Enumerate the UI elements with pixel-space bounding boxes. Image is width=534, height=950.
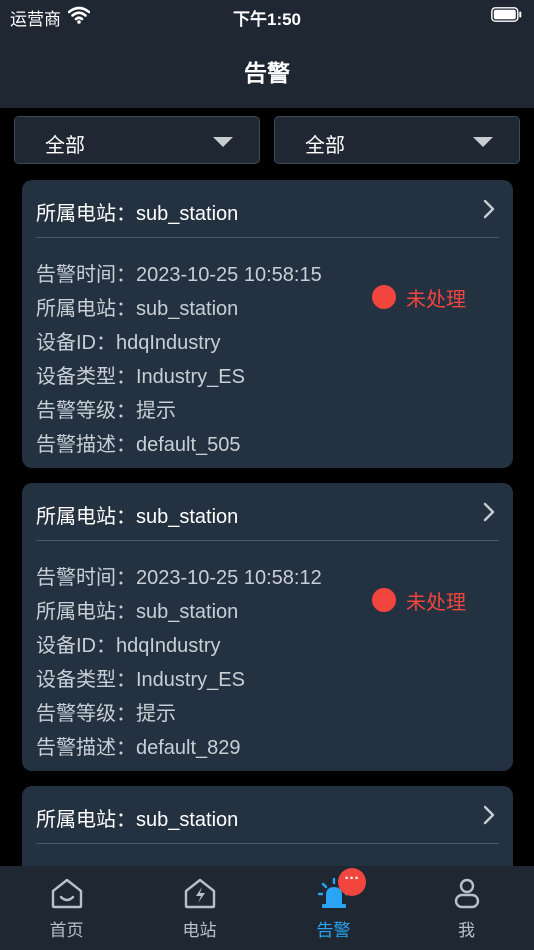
card-title: 所属电站：sub_station [36, 809, 239, 831]
chevron-right-icon [483, 502, 495, 522]
alarm-device-id: 设备ID：hdqIndustry [36, 635, 221, 657]
card-header[interactable]: 所属电站：sub_station [36, 786, 499, 844]
caret-down-icon [213, 137, 233, 147]
alarm-description: 告警描述：default_829 [36, 737, 241, 759]
battery-icon [491, 7, 522, 22]
filter-dropdown-left[interactable]: 全部 [14, 116, 260, 164]
status-text: 未处理 [406, 289, 466, 311]
card-header[interactable]: 所属电站：sub_station [36, 483, 499, 541]
filter-label: 全部 [45, 135, 85, 157]
alarm-time: 告警时间：2023-10-25 10:58:15 [36, 264, 322, 286]
page-title: 告警 [244, 60, 290, 86]
filter-dropdown-right[interactable]: 全部 [274, 116, 520, 164]
tab-label: 电站 [182, 921, 217, 940]
tab-alarm[interactable]: 告警 [267, 866, 400, 950]
chevron-right-icon [483, 199, 495, 219]
nav-bar: 告警 [0, 32, 534, 108]
clock: 下午1:50 [232, 10, 302, 29]
tab-label: 告警 [316, 921, 351, 940]
alarm-card[interactable]: 所属电站：sub_station 告警时间：2023-10-25 10:58:1… [22, 483, 513, 771]
caret-down-icon [473, 137, 493, 147]
status-dot-icon [372, 588, 396, 612]
card-title: 所属电站：sub_station [36, 203, 239, 225]
alarm-card[interactable]: 所属电站：sub_station 告警时间：2023-10-25 10:58:1… [22, 180, 513, 468]
home-icon [51, 878, 82, 909]
card-title: 所属电站：sub_station [36, 506, 239, 528]
status-dot-icon [372, 285, 396, 309]
alarm-level: 告警等级：提示 [36, 400, 176, 422]
tab-bar: 首页 电站 告警 我 [0, 866, 534, 950]
tab-home[interactable]: 首页 [0, 866, 133, 950]
alarm-level: 告警等级：提示 [36, 703, 176, 725]
chevron-right-icon [483, 805, 495, 825]
alarm-device-id: 设备ID：hdqIndustry [36, 332, 221, 354]
alarm-device-type: 设备类型：Industry_ES [36, 669, 245, 691]
user-icon [454, 878, 479, 909]
filter-label: 全部 [305, 135, 345, 157]
alarm-device-type: 设备类型：Industry_ES [36, 366, 245, 388]
alarm-station: 所属电站：sub_station [36, 298, 239, 320]
alarm-description: 告警描述：default_505 [36, 434, 241, 456]
notification-badge: ··· [338, 868, 366, 896]
tab-label: 首页 [49, 921, 84, 940]
tab-label: 我 [458, 921, 475, 940]
tab-station[interactable]: 电站 [133, 866, 266, 950]
station-icon [184, 878, 215, 909]
alarm-station: 所属电站：sub_station [36, 601, 239, 623]
card-header[interactable]: 所属电站：sub_station [36, 180, 499, 238]
tab-me[interactable]: 我 [400, 866, 533, 950]
status-bar: 运营商 下午1:50 [0, 0, 534, 32]
alarm-time: 告警时间：2023-10-25 10:58:12 [36, 567, 322, 589]
status-text: 未处理 [406, 592, 466, 614]
